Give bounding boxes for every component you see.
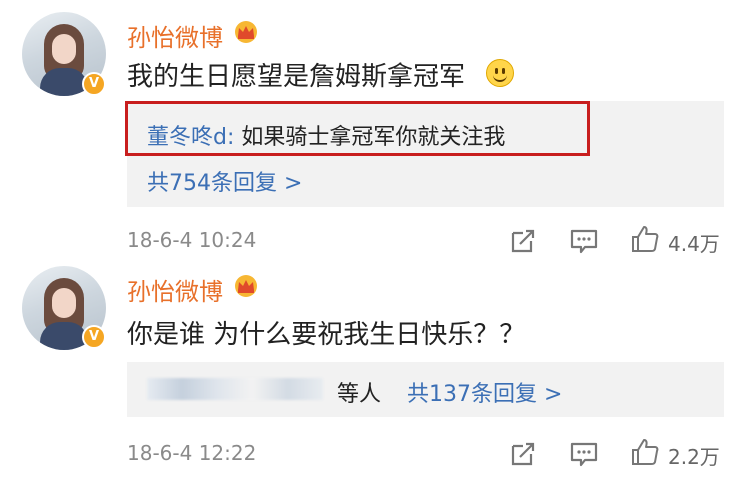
like-count: 2.2万 [668,445,720,469]
verified-badge-icon: V [82,325,106,349]
comment-text: 你是谁 为什么要祝我生日快乐？？ [127,320,526,350]
view-replies-link[interactable]: 共137条回复 > [407,376,562,408]
comment-icon[interactable] [569,226,599,256]
share-icon[interactable] [508,226,538,256]
reply-suffix: 等人 [337,382,382,407]
verified-badge-icon: V [82,72,106,96]
highlight-box [125,101,590,156]
username[interactable]: 孙怡微博 [127,18,223,53]
reply-box: 等人 共137条回复 > [127,362,724,417]
comment-item: V 孙怡微博 我的生日愿望是詹姆斯拿冠军 董冬咚d: 如果骑士拿冠军你就关注我 … [0,0,750,262]
vip-crown-icon [235,275,257,297]
comment-text: 我的生日愿望是詹姆斯拿冠军 [127,62,466,92]
username[interactable]: 孙怡微博 [127,272,223,307]
vip-crown-icon [235,21,257,43]
blurred-names [147,378,323,400]
comment-icon[interactable] [569,439,599,469]
timestamp: 18-6-4 12:22 [127,441,257,465]
like-count: 4.4万 [668,232,720,256]
timestamp: 18-6-4 10:24 [127,228,257,252]
share-icon[interactable] [508,439,538,469]
like-icon[interactable] [630,224,660,254]
view-replies-link[interactable]: 共754条回复 > [147,165,302,197]
smile-emoji-icon [486,59,514,87]
comment-item: V 孙怡微博 你是谁 为什么要祝我生日快乐？？ 等人 共137条回复 > 18-… [0,262,750,479]
like-icon[interactable] [630,437,660,467]
